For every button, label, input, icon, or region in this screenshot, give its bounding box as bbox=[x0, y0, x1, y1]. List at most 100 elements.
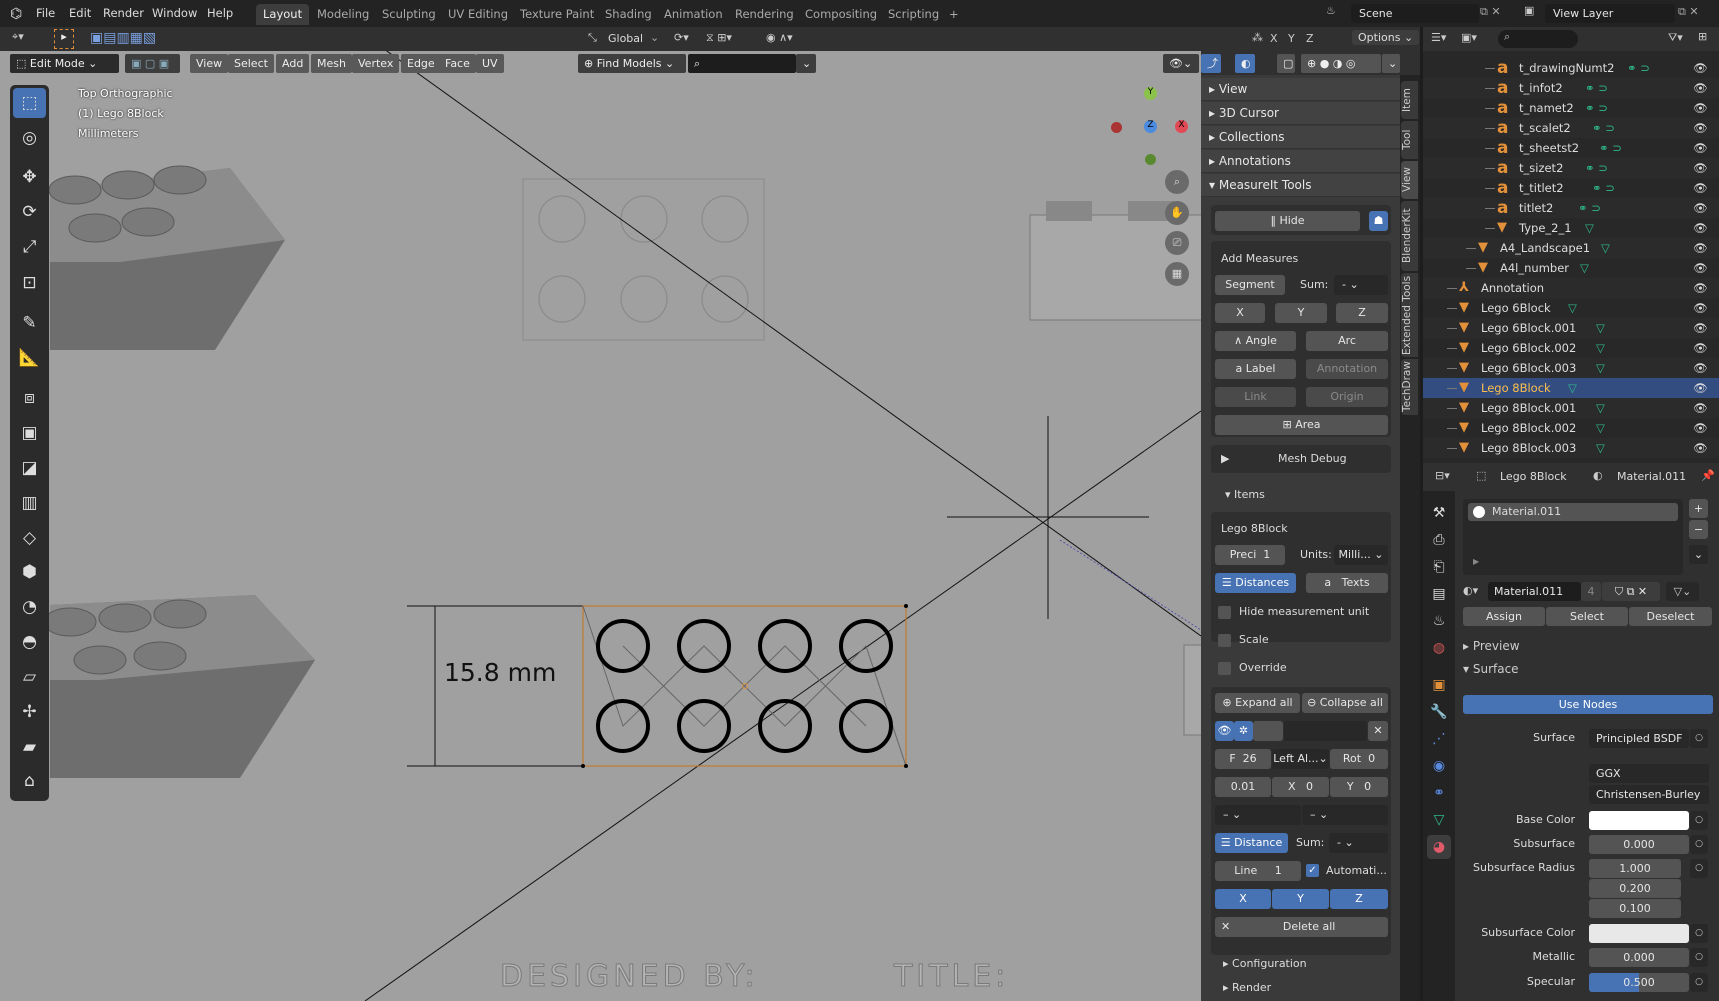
outliner-search[interactable]: ⌕ bbox=[1498, 30, 1578, 48]
output-tab-icon[interactable]: ⎗ bbox=[1427, 555, 1451, 579]
physics-tab-icon[interactable]: ◉ bbox=[1427, 754, 1451, 778]
subsurface-method-dropdown[interactable]: Christensen-Burley bbox=[1589, 785, 1709, 804]
outliner-row[interactable]: ▼ Lego 8Block.001 ▽ 👁 bbox=[1423, 398, 1719, 418]
outliner-row[interactable]: a titlet2 ⚭ ⊃ 👁 bbox=[1423, 198, 1719, 218]
outliner-row[interactable]: ▼ Lego 8Block.002 ▽ 👁 bbox=[1423, 418, 1719, 438]
outliner-row[interactable]: ▼ A4_Landscape1 ▽ 👁 bbox=[1423, 238, 1719, 258]
xray-toggle-icon[interactable]: ▢ bbox=[1277, 54, 1295, 73]
eye-icon[interactable]: 👁 bbox=[1693, 158, 1708, 178]
menu-render[interactable]: Render bbox=[103, 6, 144, 20]
object-data-icon[interactable]: ⚭ ⊃ bbox=[1578, 198, 1601, 218]
panel-annotations[interactable]: ▸ Annotations bbox=[1201, 150, 1400, 173]
object-data-icon[interactable]: ▽ bbox=[1601, 238, 1610, 258]
rip-icon[interactable]: ⌂ bbox=[13, 766, 46, 796]
material-name-field[interactable]: Material.011 bbox=[1488, 582, 1581, 601]
remove-slot-button[interactable]: − bbox=[1689, 520, 1708, 539]
outliner-row[interactable]: ▼ A4l_number ▽ 👁 bbox=[1423, 258, 1719, 278]
annotate-icon[interactable]: ✎ bbox=[13, 308, 46, 338]
deselect-button[interactable]: Deselect bbox=[1629, 607, 1712, 626]
object-data-icon[interactable]: ⚭ ⊃ bbox=[1592, 118, 1615, 138]
gizmo-toggle-icon[interactable]: ⤴ bbox=[1201, 54, 1221, 73]
object-data-icon[interactable]: ⚭ ⊃ bbox=[1627, 58, 1650, 78]
knife-icon[interactable]: ◇ bbox=[13, 523, 46, 553]
object-data-icon[interactable]: ▽ bbox=[1596, 438, 1605, 458]
tab-layout[interactable]: Layout bbox=[256, 4, 310, 25]
assign-button[interactable]: Assign bbox=[1463, 607, 1545, 626]
outliner-row[interactable]: ▼ Lego 6Block.002 ▽ 👁 bbox=[1423, 338, 1719, 358]
tab-item[interactable]: Item bbox=[1401, 81, 1418, 119]
view-layer-tab-icon[interactable]: ▤ bbox=[1427, 582, 1451, 606]
tool-tab-icon[interactable]: ⚒ bbox=[1427, 501, 1451, 525]
surface-shader-field[interactable]: Principled BSDF bbox=[1589, 729, 1689, 748]
menu-file[interactable]: File bbox=[36, 6, 55, 20]
outliner-row[interactable]: ▼ Lego 8Block ▽ 👁 bbox=[1423, 378, 1719, 398]
socket-icon[interactable]: ○ bbox=[1690, 948, 1708, 967]
eye-icon[interactable]: 👁 bbox=[1693, 238, 1708, 258]
panel-3d-cursor[interactable]: ▸ 3D Cursor bbox=[1201, 102, 1400, 125]
eye-icon[interactable]: 👁 bbox=[1693, 358, 1708, 378]
subsurface-field[interactable]: 0.000 bbox=[1589, 835, 1689, 854]
segment-button[interactable]: Segment bbox=[1215, 275, 1285, 295]
grid-view-icon[interactable]: ▦ bbox=[1165, 262, 1189, 286]
object-tab-icon[interactable]: ▣ bbox=[1427, 673, 1451, 697]
view-layer-field[interactable]: View Layer bbox=[1545, 4, 1675, 23]
tab-shading[interactable]: Shading bbox=[598, 4, 659, 25]
object-data-icon[interactable]: ▽ bbox=[1568, 298, 1577, 318]
link-button[interactable]: Link bbox=[1215, 387, 1296, 407]
scale-checkbox[interactable] bbox=[1218, 634, 1231, 647]
panel-collections[interactable]: ▸ Collections bbox=[1201, 126, 1400, 149]
hide-button[interactable]: ‖ Hide bbox=[1215, 211, 1360, 231]
blender-logo-icon[interactable]: ⌬ bbox=[10, 6, 22, 22]
tab-compositing[interactable]: Compositing bbox=[798, 4, 884, 25]
eye-icon[interactable]: 👁 bbox=[1693, 78, 1708, 98]
material-actions[interactable]: ⛉ ⧉ ✕ bbox=[1602, 582, 1660, 601]
poly-build-icon[interactable]: ⬢ bbox=[13, 557, 46, 587]
object-data-icon[interactable]: ▽ bbox=[1568, 378, 1577, 398]
tab-rendering[interactable]: Rendering bbox=[728, 4, 801, 25]
label-button[interactable]: a Label bbox=[1215, 359, 1296, 379]
menu-select[interactable]: Select bbox=[228, 54, 274, 73]
outliner-row[interactable]: ▼ Lego 8Block.003 ▽ 👁 bbox=[1423, 438, 1719, 458]
material-users-count[interactable]: 4 bbox=[1581, 582, 1601, 601]
3d-viewport[interactable]: 15.8 mm DESIGNED BY: TITLE: Top Orthogra… bbox=[0, 51, 1201, 1001]
outliner-row[interactable]: a t_titlet2 ⚭ ⊃ 👁 bbox=[1423, 178, 1719, 198]
modifier-tab-icon[interactable]: 🔧 bbox=[1427, 700, 1451, 724]
shear-icon[interactable]: ▰ bbox=[13, 732, 46, 762]
find-models-search[interactable]: ⌕ bbox=[688, 54, 796, 73]
outliner-row[interactable]: a t_drawingNumt2 ⚭ ⊃ 👁 bbox=[1423, 58, 1719, 78]
distances-button[interactable]: ☰ Distances bbox=[1215, 573, 1296, 593]
menu-mesh[interactable]: Mesh bbox=[311, 54, 352, 73]
axis-z-toggle[interactable]: Z bbox=[1330, 889, 1388, 909]
gizmo-z-axis[interactable]: Z bbox=[1144, 120, 1157, 133]
tab-scripting[interactable]: Scripting bbox=[881, 4, 946, 25]
select-button[interactable]: Select bbox=[1546, 607, 1628, 626]
scale-icon[interactable]: ⤢ bbox=[13, 232, 46, 262]
pan-hand-icon[interactable]: ✋ bbox=[1165, 201, 1189, 225]
gizmo-neg-x[interactable] bbox=[1111, 122, 1122, 133]
expand-all-button[interactable]: ⊕ Expand all bbox=[1215, 693, 1300, 713]
arc-button[interactable]: Arc bbox=[1306, 331, 1388, 351]
visibility-dropdown[interactable]: 👁⌄ bbox=[1163, 54, 1199, 73]
pin-icon[interactable]: 📌 bbox=[1701, 469, 1715, 482]
tab-texture-paint[interactable]: Texture Paint bbox=[513, 4, 601, 25]
distance-button[interactable]: ☰ Distance bbox=[1215, 833, 1288, 853]
area-button[interactable]: ⊞ Area bbox=[1215, 415, 1388, 435]
outliner-row[interactable]: ⅄ Annotation 👁 bbox=[1423, 278, 1719, 298]
new-collection-icon[interactable]: ⊞ bbox=[1698, 30, 1707, 43]
outliner-row[interactable]: a t_sizet2 ⚭ ⊃ 👁 bbox=[1423, 158, 1719, 178]
line-width-field[interactable]: Line 1 bbox=[1215, 861, 1301, 881]
texts-button[interactable]: a Texts bbox=[1306, 573, 1388, 593]
line-style-dropdown-1[interactable]: – ⌄ bbox=[1215, 805, 1301, 825]
override-checkbox[interactable] bbox=[1218, 662, 1231, 675]
mirror-z-toggle[interactable]: Z bbox=[1306, 32, 1314, 45]
extrude-icon[interactable]: ⧈ bbox=[13, 383, 46, 413]
edge-slide-icon[interactable]: ▱ bbox=[13, 662, 46, 692]
subsurface-color-swatch[interactable] bbox=[1589, 924, 1689, 943]
shading-dropdown[interactable]: ⌄ bbox=[1382, 54, 1400, 73]
tab-extended-tools[interactable]: Extended Tools bbox=[1401, 273, 1418, 357]
object-data-icon[interactable]: ⚭ ⊃ bbox=[1592, 178, 1615, 198]
camera-icon[interactable]: ⎚ bbox=[1165, 231, 1189, 255]
outliner-row[interactable]: ▼ Lego 6Block ▽ 👁 bbox=[1423, 298, 1719, 318]
tab-animation[interactable]: Animation bbox=[657, 4, 730, 25]
navigation-gizmo[interactable]: Y Z X bbox=[1100, 86, 1200, 186]
